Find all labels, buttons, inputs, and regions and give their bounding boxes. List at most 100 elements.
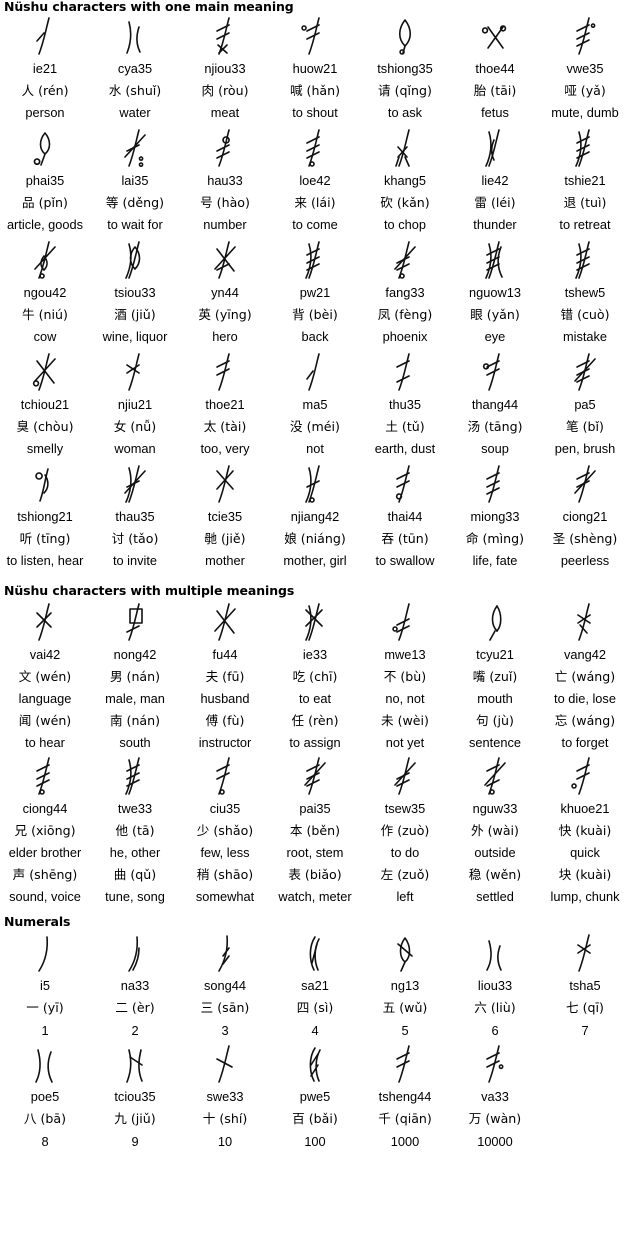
nushu-glyph-mwe13 xyxy=(361,600,449,644)
hanzi-secondary: 左 (zuǒ) xyxy=(380,867,430,882)
hanzi: 太 (tài) xyxy=(203,419,247,434)
nushu-glyph-pai35 xyxy=(271,754,359,798)
meaning: to invite xyxy=(112,553,158,568)
meaning: cow xyxy=(33,329,57,344)
nushu-glyph-tshiong21 xyxy=(1,462,89,506)
character-cell: tshiong35 请 (qǐng) to ask xyxy=(360,14,450,126)
nushu-glyph-tciou35 xyxy=(91,1042,179,1086)
hanzi: 万 (wàn) xyxy=(468,1111,522,1126)
character-cell: poe5 八 (bā) 8 xyxy=(0,1042,90,1153)
hanzi: 土 (tǔ) xyxy=(385,419,425,434)
romanization: ciong44 xyxy=(22,801,68,816)
character-cell: khuoe21 快 (kuài) quick 块 (kuài) lump, chunk xyxy=(540,754,630,908)
romanization: vwe35 xyxy=(566,61,604,76)
meaning-primary: language xyxy=(18,691,72,706)
romanization: khuoe21 xyxy=(560,801,610,816)
hanzi-primary: 嘴 (zuǐ) xyxy=(472,669,518,684)
romanization: sa21 xyxy=(301,978,329,993)
romanization: ciu35 xyxy=(209,801,241,816)
meaning: article, goods xyxy=(6,217,84,232)
meaning-primary: he, other xyxy=(109,845,161,860)
nushu-glyph-thoe44 xyxy=(451,14,539,58)
character-cell: tsha5 七 (qī) 7 xyxy=(540,931,630,1042)
nushu-glyph-liou33 xyxy=(451,931,539,975)
meaning: to wait for xyxy=(107,217,163,232)
character-cell: na33 二 (èr) 2 xyxy=(90,931,180,1042)
nushu-glyph-yn44 xyxy=(181,238,269,282)
hanzi: 眼 (yǎn) xyxy=(470,307,520,322)
nushu-glyph-swe33 xyxy=(181,1042,269,1086)
romanization: khang5 xyxy=(384,173,426,188)
meaning-primary: no, not xyxy=(385,691,425,706)
romanization: phai35 xyxy=(25,173,65,188)
section-grid-multiple-meanings: vai42 文 (wén) language 闻 (wén) to hear nong42… xyxy=(0,600,630,908)
nushu-glyph-tchiou21 xyxy=(1,350,89,394)
meaning-primary: outside xyxy=(474,845,516,860)
hanzi: 喊 (hǎn) xyxy=(289,83,341,98)
meaning: smelly xyxy=(26,441,64,456)
character-cell: tshiong21 听 (tīng) to listen, hear xyxy=(0,462,90,574)
romanization: ie21 xyxy=(32,61,58,76)
character-cell: ma5 没 (méi) not xyxy=(270,350,360,462)
character-cell: lie42 雷 (léi) thunder xyxy=(450,126,540,238)
romanization: ngou42 xyxy=(23,285,67,300)
character-cell: tshie21 退 (tuì) to retreat xyxy=(540,126,630,238)
romanization: njiang42 xyxy=(290,509,340,524)
character-cell: pai35 本 (běn) root, stem 表 (biǎo) watch, met… xyxy=(270,754,360,908)
nushu-glyph-tshie21 xyxy=(541,126,629,170)
nushu-chart: Nüshu characters with one main meaning i… xyxy=(0,0,630,1153)
hanzi: 胎 (tāi) xyxy=(473,83,517,98)
nushu-glyph-ma5 xyxy=(271,350,359,394)
hanzi: 听 (tīng) xyxy=(19,531,71,546)
hanzi: 八 (bā) xyxy=(23,1111,67,1126)
character-cell: nong42 男 (nán) male, man 南 (nán) south xyxy=(90,600,180,754)
romanization: pai35 xyxy=(299,801,331,816)
nushu-glyph-njiu21 xyxy=(91,350,179,394)
hanzi-primary: 外 (wài) xyxy=(471,823,519,838)
hanzi-secondary: 任 (rèn) xyxy=(291,713,339,728)
meaning-secondary: settled xyxy=(476,889,514,904)
nushu-glyph-na33 xyxy=(91,931,179,975)
meaning-secondary: to assign xyxy=(289,735,341,750)
romanization: miong33 xyxy=(470,509,520,524)
meaning: to ask xyxy=(387,105,423,120)
meaning-secondary: instructor xyxy=(198,735,252,750)
nushu-glyph-tsheng44 xyxy=(361,1042,449,1086)
nushu-glyph-vwe35 xyxy=(541,14,629,58)
character-cell: ie33 吃 (chī) to eat 任 (rèn) to assign xyxy=(270,600,360,754)
hanzi: 命 (mìng) xyxy=(465,531,525,546)
romanization: tshiong35 xyxy=(377,61,433,76)
character-cell: pw21 背 (bèi) back xyxy=(270,238,360,350)
character-cell: pwe5 百 (bǎi) 100 xyxy=(270,1042,360,1153)
character-cell: ie21 人 (rén) person xyxy=(0,14,90,126)
character-cell: thai44 吞 (tūn) to swallow xyxy=(360,462,450,574)
meaning: mute, dumb xyxy=(551,105,619,120)
character-cell: ng13 五 (wǔ) 5 xyxy=(360,931,450,1042)
nushu-glyph-song44 xyxy=(181,931,269,975)
nushu-glyph-miong33 xyxy=(451,462,539,506)
hanzi-secondary: 曲 (qǔ) xyxy=(113,867,157,882)
meaning: too, very xyxy=(200,441,250,456)
nushu-glyph-nong42 xyxy=(91,600,179,644)
nushu-glyph-vang42 xyxy=(541,600,629,644)
meaning-primary: mouth xyxy=(477,691,513,706)
hanzi: 娘 (niáng) xyxy=(284,531,346,546)
character-cell: nguow13 眼 (yǎn) eye xyxy=(450,238,540,350)
romanization: song44 xyxy=(204,978,246,993)
character-cell: ciong21 圣 (shèng) peerless xyxy=(540,462,630,574)
hanzi: 等 (děng) xyxy=(105,195,165,210)
hanzi: 四 (sì) xyxy=(296,1000,334,1015)
numeral-value: 10000 xyxy=(477,1134,513,1149)
meaning-primary: quick xyxy=(570,845,600,860)
nushu-glyph-thu35 xyxy=(361,350,449,394)
nushu-glyph-tsiou33 xyxy=(91,238,179,282)
hanzi: 背 (bèi) xyxy=(292,307,338,322)
romanization: pw21 xyxy=(299,285,331,300)
hanzi: 凤 (fèng) xyxy=(377,307,433,322)
romanization: fu44 xyxy=(212,647,238,662)
meaning: to retreat xyxy=(559,217,611,232)
meaning: phoenix xyxy=(382,329,428,344)
nushu-glyph-tshiong35 xyxy=(361,14,449,58)
character-cell: thang44 汤 (tāng) soup xyxy=(450,350,540,462)
character-cell: swe33 十 (shí) 10 xyxy=(180,1042,270,1153)
